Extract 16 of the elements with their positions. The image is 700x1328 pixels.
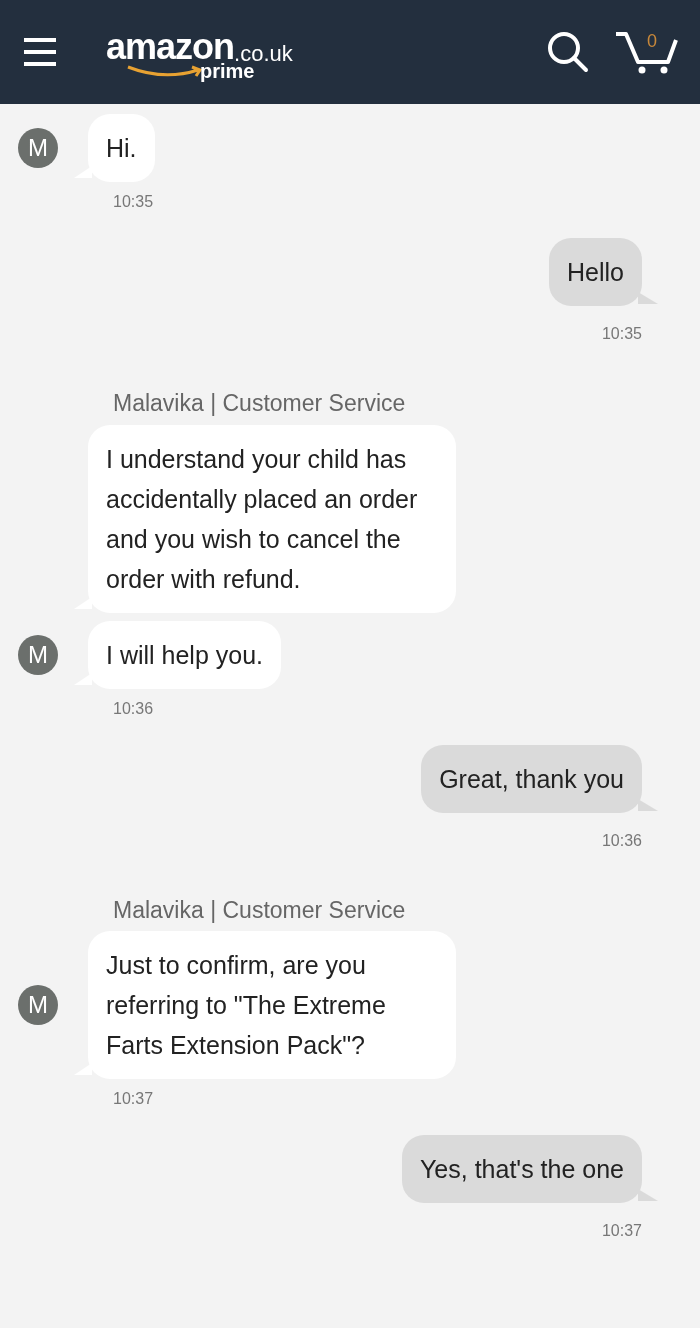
sender-name: Malavika | Customer Service: [113, 389, 407, 418]
avatar: M: [18, 985, 58, 1025]
timestamp: 10:37: [113, 1089, 155, 1109]
sender-name: Malavika | Customer Service: [113, 895, 407, 925]
avatar: M: [18, 128, 58, 168]
menu-icon[interactable]: [22, 37, 58, 67]
cart-count: 0: [647, 32, 657, 50]
timestamp: 10:36: [113, 698, 155, 719]
search-icon[interactable]: [546, 30, 590, 74]
cart-button[interactable]: 0: [614, 30, 678, 74]
avatar: M: [18, 634, 58, 675]
timestamp: 10:36: [601, 830, 642, 851]
cart-icon: [614, 30, 678, 74]
timestamp: 10:35: [113, 192, 155, 212]
timestamp: 10:35: [601, 324, 642, 344]
timestamp: 10:37: [601, 1221, 642, 1241]
